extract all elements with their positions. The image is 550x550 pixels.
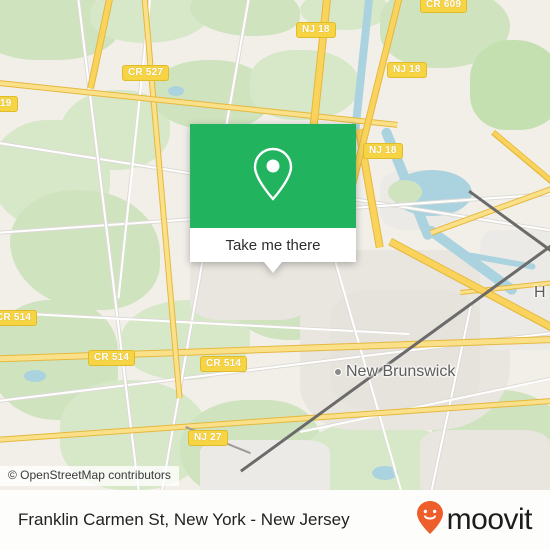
footer-bar: Franklin Carmen St, New York - New Jerse…	[0, 490, 550, 550]
attribution-text: © OpenStreetMap contributors	[8, 468, 171, 482]
road-shield: 19	[0, 96, 18, 112]
road-shield: NJ 18	[363, 143, 403, 159]
screenshot-root: CR 609 NJ 18 CR 527 NJ 18 19 NJ 18 CR 51…	[0, 0, 550, 550]
road-shield: CR 514	[0, 310, 38, 326]
map-lake	[168, 86, 184, 96]
map-pin-icon	[250, 145, 296, 208]
moovit-wordmark: moovit	[446, 503, 533, 536]
road-shield: CR 514	[200, 356, 248, 372]
map-park-area	[470, 40, 550, 130]
place-label-highland-park: H	[534, 284, 546, 301]
moovit-logo[interactable]: moovit	[415, 500, 533, 541]
road-shield: NJ 18	[296, 22, 336, 38]
map-attribution[interactable]: © OpenStreetMap contributors	[0, 466, 179, 486]
popup-header	[190, 124, 356, 228]
popup-tail	[264, 262, 282, 273]
map-lake	[24, 370, 46, 382]
road-shield: NJ 27	[188, 430, 228, 446]
road-shield: CR 609	[420, 0, 468, 13]
road-shield: CR 514	[88, 350, 136, 366]
map-canvas[interactable]: CR 609 NJ 18 CR 527 NJ 18 19 NJ 18 CR 51…	[0, 0, 550, 490]
moovit-pin-icon	[415, 500, 445, 541]
place-dot-new-brunswick	[334, 368, 342, 376]
take-me-there-label: Take me there	[225, 236, 321, 254]
footer-location-title: Franklin Carmen St, New York - New Jerse…	[18, 510, 350, 529]
place-label-new-brunswick: New Brunswick	[346, 363, 456, 380]
map-urban-area	[200, 440, 330, 490]
road-shield: NJ 18	[387, 62, 427, 78]
road-shield: CR 527	[122, 65, 170, 81]
take-me-there-button[interactable]: Take me there	[190, 228, 356, 262]
location-popup-card[interactable]: Take me there	[190, 124, 356, 273]
